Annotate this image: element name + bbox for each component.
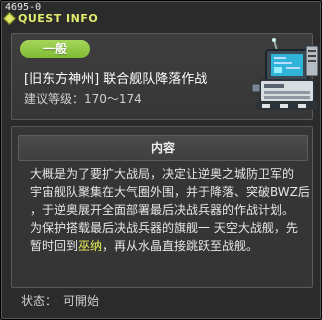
quest-description: 大概是为了要扩大战局，决定让逆奥之城防卫军的 宇宙舰队聚集在大气圈外围，并于降落…	[30, 165, 316, 255]
description-line: 大概是为了要扩大战局，决定让逆奥之城防卫军的	[30, 167, 295, 181]
status-value: 可開始	[63, 294, 100, 308]
highlighted-npc-name: 巫纳	[78, 239, 103, 253]
content-heading: 内容	[18, 135, 308, 161]
title-bar: QUEST INFO	[3, 12, 99, 25]
description-text: ，再从水晶直接跳跃至战舰。	[102, 239, 259, 253]
diamond-icon	[3, 12, 16, 25]
description-line: ，于逆奥展开全面部署最后决战兵器的作战计划。	[30, 203, 295, 217]
quest-type-badge: 一般	[20, 40, 90, 58]
quest-header-panel: 一般 [旧东方神州] 联合舰队降落作战 建议等级：170～174	[11, 33, 319, 120]
status-label: 状态：	[21, 294, 58, 308]
recommended-level: 建议等级：170～174	[24, 92, 142, 106]
quest-content-panel: 内容 大概是为了要扩大战局，决定让逆奥之城防卫军的 宇宙舰队聚集在大气圈外围，并…	[11, 126, 313, 288]
quest-name: [旧东方神州] 联合舰队降落作战	[24, 72, 208, 87]
description-line: 宇宙舰队聚集在大气圈外围，并于降落、突破BWZ后	[30, 185, 310, 199]
window-title: QUEST INFO	[18, 12, 99, 25]
description-text: 暂时回到	[30, 239, 79, 253]
quest-status: 状态： 可開始	[21, 292, 105, 309]
quest-info-window: 4695-0 QUEST INFO 一般 [旧东方神州] 联合舰队降落作战 建议…	[0, 0, 322, 320]
description-line: 为保护搭载最后决战兵器的旗舰一 天空大战舰，先	[30, 221, 298, 235]
description-line: 暂时回到巫纳，再从水晶直接跳跃至战舰。	[30, 237, 316, 255]
computer-terminal-icon	[252, 38, 319, 110]
